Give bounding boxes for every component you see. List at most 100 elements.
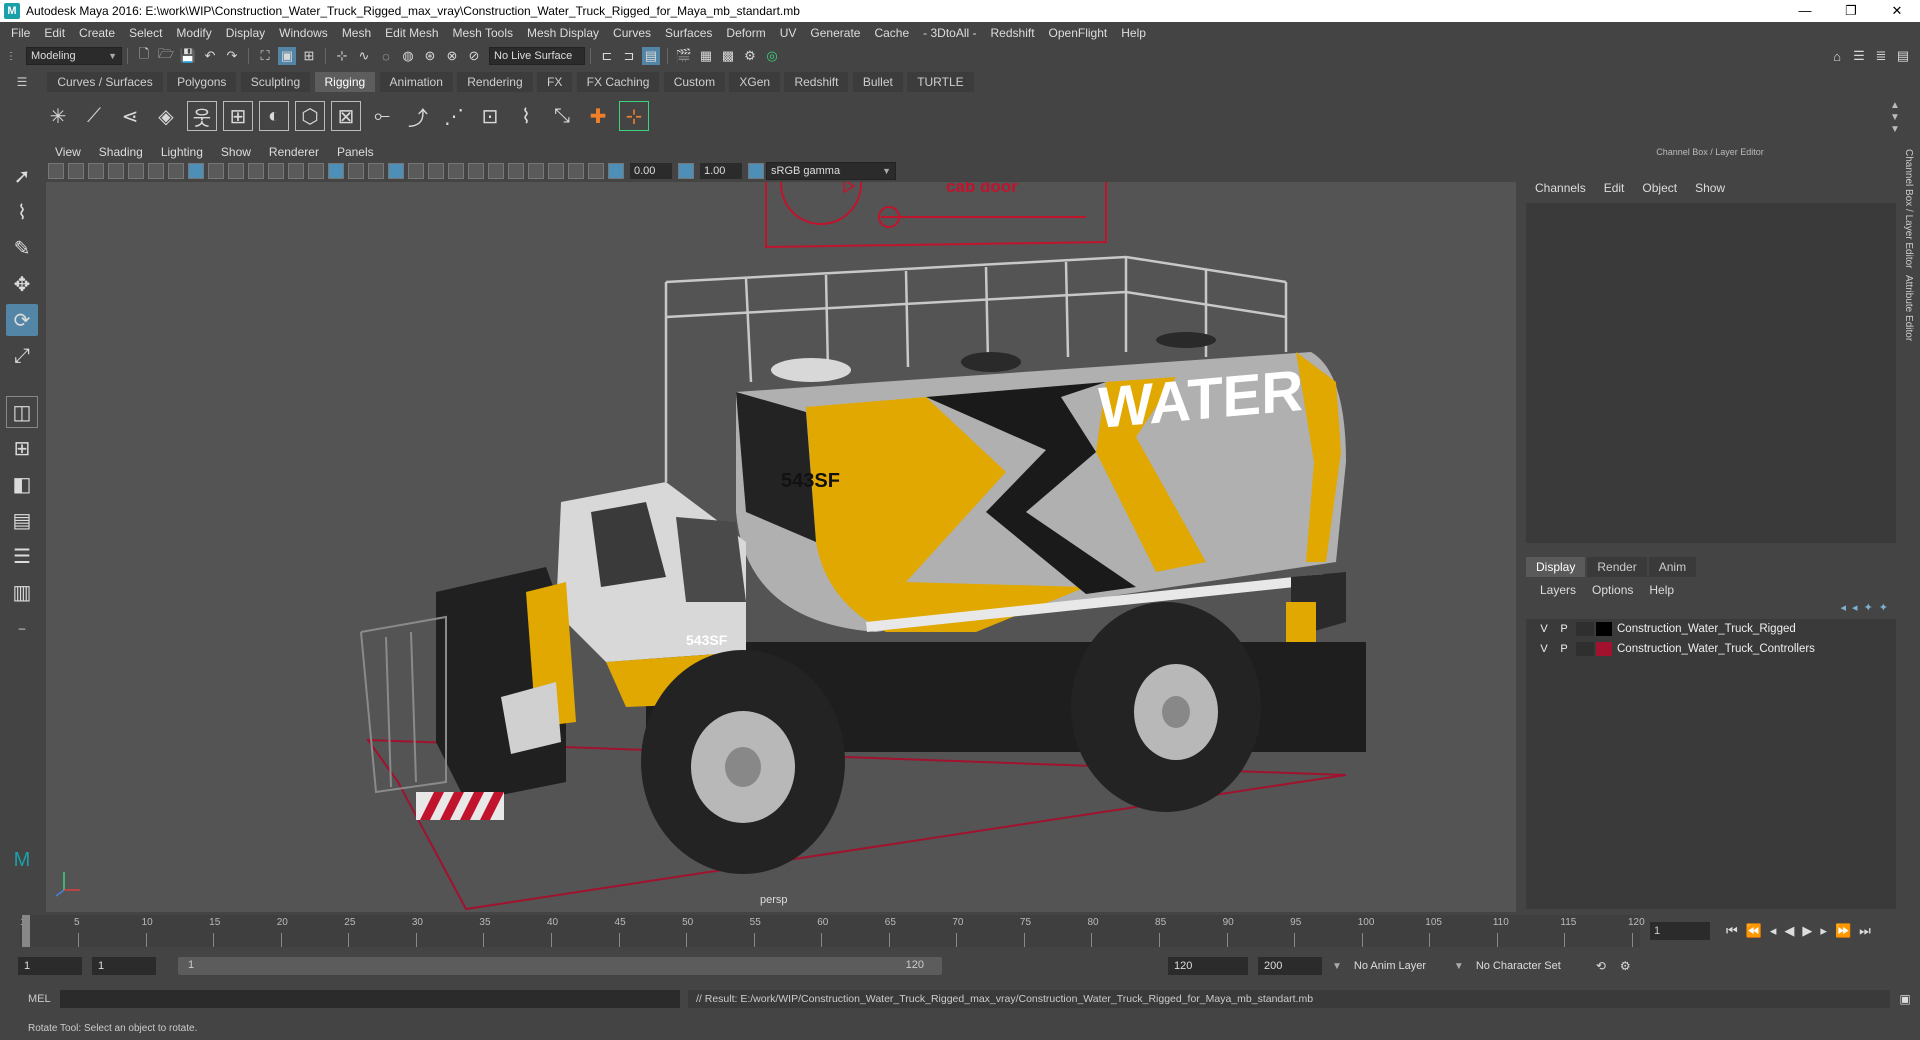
time-slider[interactable]: 1510152025303540455055606570758085909510… [20, 915, 1645, 947]
perspective-viewport[interactable]: cab door WATER 543SF 543SF persp [46, 182, 1516, 912]
layer-row[interactable]: V P Construction_Water_Truck_Controllers [1526, 639, 1896, 659]
rotate-tool-icon[interactable]: ⟳ [6, 304, 38, 336]
tool-settings-icon[interactable]: ≣ [1872, 47, 1890, 65]
xray-active-icon[interactable] [568, 163, 584, 179]
select-camera-icon[interactable] [48, 163, 64, 179]
viewport-menu-renderer[interactable]: Renderer [260, 145, 328, 159]
blend-shape-icon[interactable]: ⤡ [547, 101, 577, 131]
layer-color-swatch[interactable] [1596, 642, 1612, 656]
anim-layer-dropdown[interactable]: No Anim Layer [1348, 957, 1448, 975]
tab-custom[interactable]: Custom [663, 72, 726, 92]
select-tool-icon[interactable]: ➚ [6, 160, 38, 192]
shelf-scroll-arrows-icon[interactable]: ▲ ▼ ▼ [1890, 100, 1900, 136]
step-forward-key-icon[interactable]: ⏩ [1835, 923, 1851, 939]
cluster-icon[interactable]: ⋰ [439, 101, 469, 131]
layers-menu[interactable]: Layers [1532, 583, 1584, 597]
smooth-shade-icon[interactable] [328, 163, 344, 179]
script-editor-icon[interactable]: ▣ [1890, 992, 1920, 1006]
maximize-button[interactable]: ❐ [1828, 0, 1874, 22]
tab-fx-caching[interactable]: FX Caching [576, 72, 660, 92]
menu-create[interactable]: Create [72, 26, 122, 40]
lattice-icon[interactable]: ⊡ [475, 101, 505, 131]
textured-icon[interactable] [388, 163, 404, 179]
menu-display[interactable]: Display [219, 26, 272, 40]
persp-graph-layout-icon[interactable]: ◧ [6, 468, 38, 500]
quick-rig-icon[interactable]: 웃 [187, 101, 217, 131]
viewport-menu-lighting[interactable]: Lighting [152, 145, 212, 159]
menu-curves[interactable]: Curves [606, 26, 658, 40]
viewport-menu-panels[interactable]: Panels [328, 145, 383, 159]
tab-display[interactable]: Display [1526, 557, 1586, 577]
use-default-material-icon[interactable] [348, 163, 364, 179]
orient-joint-icon[interactable]: ◈ [151, 101, 181, 131]
menu-cache[interactable]: Cache [867, 26, 916, 40]
range-slider[interactable]: 1 120 [178, 957, 942, 975]
film-gate-icon[interactable] [188, 163, 204, 179]
options-menu[interactable]: Options [1584, 583, 1641, 597]
wireframe-icon[interactable] [308, 163, 324, 179]
locator-icon[interactable]: ✚ [583, 101, 613, 131]
move-layer-down-icon[interactable]: ◂ [1852, 601, 1858, 614]
scene-end-field[interactable]: 200 [1258, 957, 1322, 975]
use-all-lights-icon[interactable] [408, 163, 424, 179]
attribute-editor-side-tab[interactable]: Attribute Editor [1903, 275, 1914, 341]
menu-uv[interactable]: UV [773, 26, 804, 40]
layer-color-swatch[interactable] [1596, 622, 1612, 636]
ik-handle-icon[interactable]: ⟜ [367, 101, 397, 131]
gamma-field[interactable]: 1.00 [700, 163, 742, 179]
edit-menu[interactable]: Edit [1595, 181, 1634, 195]
step-back-frame-icon[interactable]: ◂ [1770, 923, 1777, 939]
menu-help[interactable]: Help [1114, 26, 1153, 40]
step-forward-frame-icon[interactable]: ▸ [1820, 923, 1827, 939]
move-layer-up-icon[interactable]: ◂ [1841, 601, 1847, 614]
live-surface-field[interactable]: No Live Surface [489, 47, 585, 65]
show-menu[interactable]: Show [1686, 181, 1734, 195]
tab-bullet[interactable]: Bullet [852, 72, 903, 92]
menu-openflight[interactable]: OpenFlight [1042, 26, 1115, 40]
tab-turtle[interactable]: TURTLE [907, 72, 974, 92]
playback-start-field[interactable]: 1 [92, 957, 156, 975]
script-language-label[interactable]: MEL [0, 993, 60, 1005]
menu-3dtoall[interactable]: - 3DtoAll - [916, 26, 983, 40]
exposure-field[interactable]: 0.00 [630, 163, 672, 179]
hypershade-icon[interactable]: ◎ [763, 47, 781, 65]
insert-joint-icon[interactable]: ⟋ [79, 101, 109, 131]
current-frame-field[interactable]: 1 [1650, 922, 1710, 940]
layer-visibility-toggle[interactable]: V [1534, 643, 1554, 655]
channels-menu[interactable]: Channels [1526, 181, 1595, 195]
modeling-toolkit-icon[interactable]: ⌂ [1828, 47, 1846, 65]
shelf-menu-icon[interactable]: ☰ [0, 75, 44, 89]
menu-deform[interactable]: Deform [719, 26, 772, 40]
snap-grid-icon[interactable]: ⊹ [333, 47, 351, 65]
viewport-menu-view[interactable]: View [46, 145, 90, 159]
magnet-icon[interactable]: ⊗ [443, 47, 461, 65]
isolate-select-icon[interactable] [528, 163, 544, 179]
auto-key-icon[interactable]: ⟲ [1596, 959, 1606, 973]
menu-mesh-display[interactable]: Mesh Display [520, 26, 606, 40]
menu-modify[interactable]: Modify [169, 26, 218, 40]
undo-icon[interactable]: ↶ [201, 47, 219, 65]
move-tool-icon[interactable]: ✥ [6, 268, 38, 300]
field-chart-icon[interactable] [248, 163, 264, 179]
menu-generate[interactable]: Generate [803, 26, 867, 40]
go-to-start-icon[interactable]: ⏮ [1726, 923, 1738, 939]
input-ops-icon[interactable]: ⊏ [598, 47, 616, 65]
gate-mask-icon[interactable] [228, 163, 244, 179]
single-perspective-layout-icon[interactable]: ◫ [6, 396, 38, 428]
color-management-icon[interactable] [748, 163, 764, 179]
save-scene-icon[interactable]: 💾 [179, 47, 197, 65]
tab-render[interactable]: Render [1587, 557, 1647, 577]
layer-playback-toggle[interactable]: P [1554, 623, 1574, 635]
snap-live-icon[interactable]: ⊛ [421, 47, 439, 65]
grease-pencil-icon[interactable] [148, 163, 164, 179]
snap-point-icon[interactable]: ◌ [377, 47, 395, 65]
menu-redshift[interactable]: Redshift [984, 26, 1042, 40]
tab-polygons[interactable]: Polygons [167, 72, 237, 92]
tab-animation[interactable]: Animation [379, 72, 453, 92]
help-menu[interactable]: Help [1641, 583, 1682, 597]
tab-sculpting[interactable]: Sculpting [240, 72, 311, 92]
xray-joints-icon[interactable] [588, 163, 604, 179]
menu-file[interactable]: File [4, 26, 37, 40]
play-backwards-icon[interactable]: ◀ [1784, 923, 1794, 939]
scale-tool-icon[interactable]: ⤢ [6, 340, 38, 372]
